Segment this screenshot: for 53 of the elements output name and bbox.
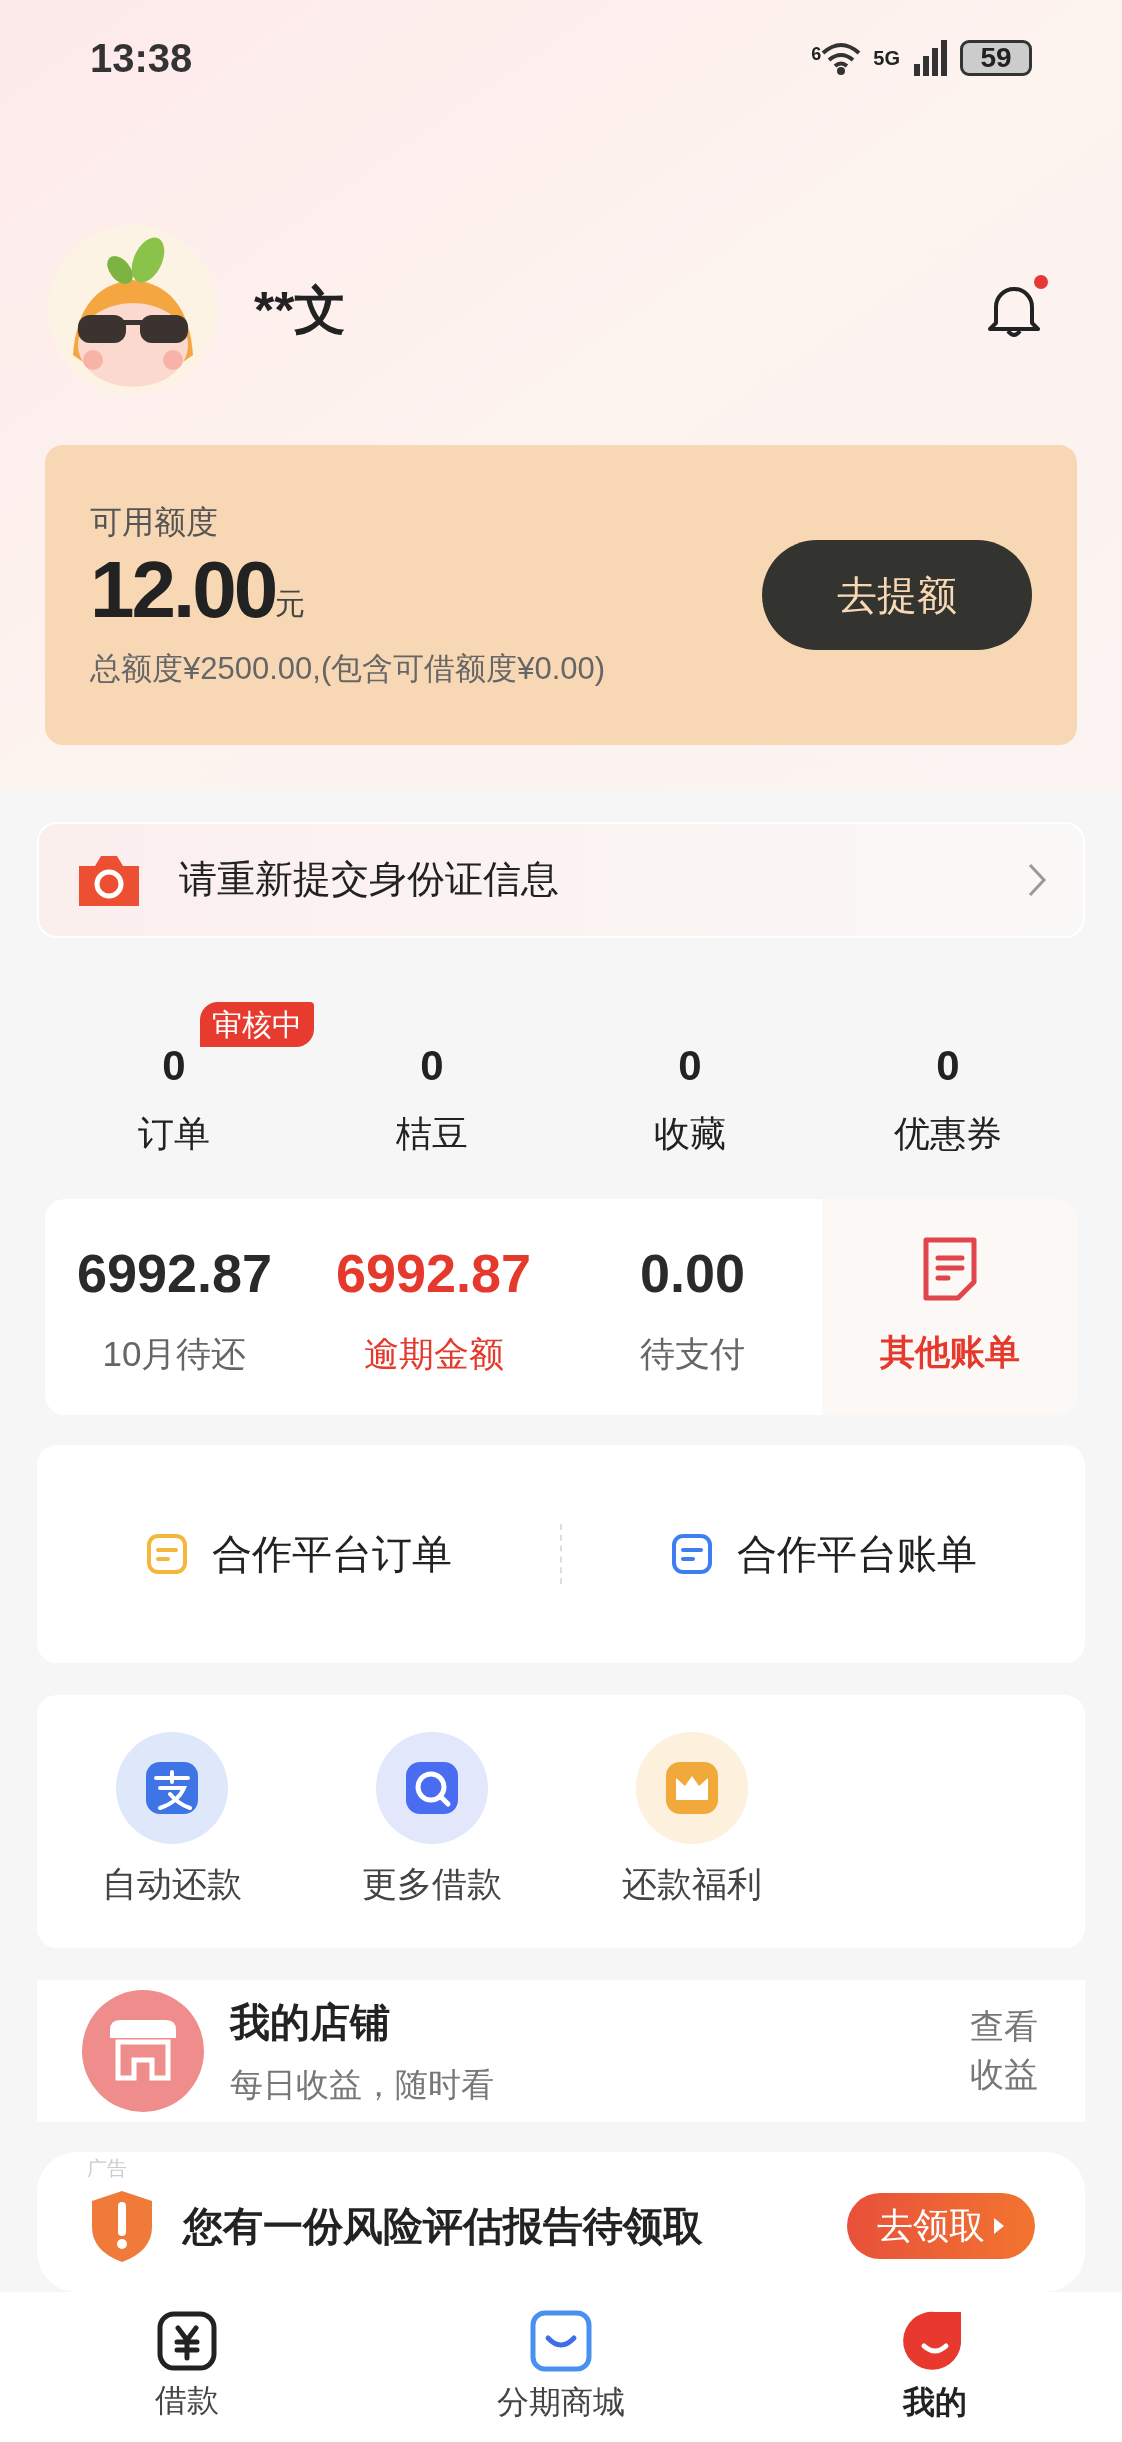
stat-label[interactable]: 订单 bbox=[138, 1106, 210, 1161]
bill-label[interactable]: 逾期金额 bbox=[363, 1328, 504, 1381]
view-earnings-link[interactable]: 查看收益 bbox=[970, 2003, 1040, 2099]
store-card[interactable]: 我的店铺 每日收益，随时看 查看收益 bbox=[37, 1979, 1085, 2122]
credit-amount: 12.00 bbox=[90, 545, 276, 634]
network-type: 5G bbox=[873, 45, 900, 71]
stat-value: 0 bbox=[678, 1040, 702, 1091]
crown-icon bbox=[636, 1732, 748, 1845]
search-icon bbox=[376, 1732, 488, 1845]
tab-item[interactable]: 我的 bbox=[748, 2292, 1122, 2442]
partner-link[interactable]: 合作平台账单 bbox=[736, 1524, 977, 1585]
wifi-icon bbox=[821, 40, 862, 75]
shortcut-label[interactable]: 还款福利 bbox=[622, 1858, 762, 1911]
shortcut-label[interactable]: 更多借款 bbox=[362, 1858, 502, 1911]
bill-amount: 6992.87 bbox=[76, 1242, 273, 1306]
chevron-right-icon bbox=[1027, 861, 1047, 898]
avatar[interactable] bbox=[48, 225, 218, 395]
battery-indicator: 59 bbox=[960, 39, 1032, 76]
wifi-label: 6 bbox=[811, 42, 822, 66]
stat-value: 0 bbox=[420, 1040, 444, 1091]
credit-label: 可用额度 bbox=[90, 502, 219, 542]
bill-amount: 0.00 bbox=[639, 1242, 746, 1306]
stat-value: 0 bbox=[936, 1040, 960, 1091]
shopping-bag-icon bbox=[528, 2308, 594, 2374]
bill-amount: 6992.87 bbox=[335, 1242, 532, 1306]
payment-icon bbox=[116, 1732, 228, 1845]
credit-unit: 元 bbox=[275, 586, 306, 622]
credit-total: 总额度¥2500.00,(包含可借额度¥0.00) bbox=[90, 649, 606, 688]
status-badge: 审核中 bbox=[200, 1001, 314, 1047]
other-bills-panel[interactable]: 其他账单 bbox=[822, 1198, 1077, 1416]
shortcut-label[interactable]: 自动还款 bbox=[102, 1858, 242, 1911]
other-bills-label: 其他账单 bbox=[879, 1330, 1020, 1373]
bill-label[interactable]: 待支付 bbox=[640, 1328, 745, 1381]
notice-text: 请重新提交身份证信息 bbox=[179, 857, 560, 903]
status-time: 13:38 bbox=[90, 34, 193, 82]
signal-icon bbox=[912, 39, 948, 76]
bill-label[interactable]: 10月待还 bbox=[102, 1328, 247, 1381]
store-title: 我的店铺 bbox=[230, 1999, 391, 2047]
caret-icon bbox=[993, 2217, 1005, 2235]
tab-item[interactable]: 分期商城 bbox=[374, 2292, 748, 2442]
stat-label[interactable]: 优惠券 bbox=[894, 1106, 1002, 1161]
store-icon bbox=[82, 1989, 204, 2112]
ad-text: 您有一份风险评估报告待领取 bbox=[183, 2203, 704, 2250]
store-subtitle: 每日收益，随时看 bbox=[230, 2065, 495, 2106]
tab-item[interactable]: 借款 bbox=[0, 2292, 374, 2442]
user-name: **文 bbox=[254, 280, 348, 341]
stat-label[interactable]: 收藏 bbox=[654, 1106, 726, 1161]
yuan-icon bbox=[156, 2310, 218, 2372]
raise-limit-button[interactable]: 去提额 bbox=[762, 540, 1032, 650]
stat-value: 0 bbox=[162, 1040, 186, 1091]
partner-link[interactable]: 合作平台订单 bbox=[211, 1524, 452, 1585]
stat-label[interactable]: 桔豆 bbox=[396, 1106, 468, 1161]
notice-bar[interactable]: 请重新提交身份证信息 bbox=[37, 822, 1085, 938]
